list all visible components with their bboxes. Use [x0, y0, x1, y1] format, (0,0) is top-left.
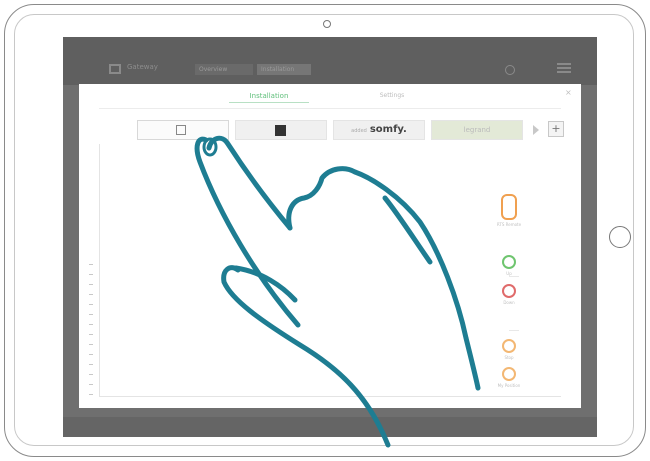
hand-gesture-icon — [194, 135, 481, 448]
